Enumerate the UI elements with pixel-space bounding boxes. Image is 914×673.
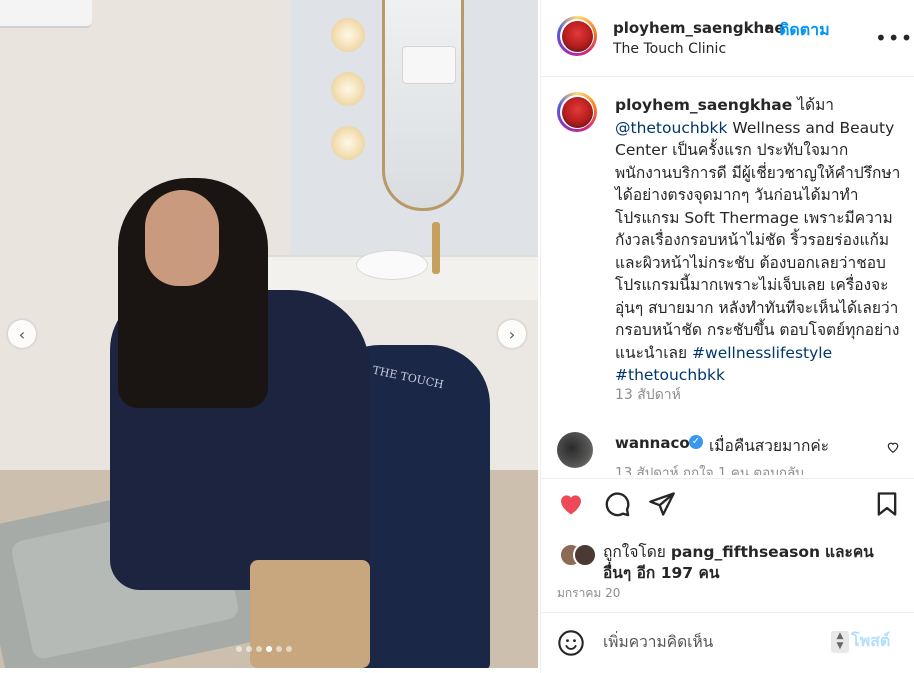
comment-input[interactable]: [603, 629, 823, 655]
photo-lamp: [331, 18, 365, 52]
verified-badge-icon: ✓: [689, 435, 703, 449]
post-photo[interactable]: THE TOUCH ‹ ›: [0, 0, 538, 668]
comment-composer: ▲▼ โพสต์: [541, 612, 914, 673]
carousel-dot: [246, 646, 252, 652]
post-label: โพสต์: [851, 631, 891, 650]
carousel-dot: [236, 646, 242, 652]
like-button[interactable]: [557, 490, 587, 520]
more-horizontal-icon[interactable]: •••: [875, 26, 913, 50]
comment-bubble-icon: [605, 492, 630, 517]
post-location[interactable]: The Touch Clinic: [613, 41, 726, 57]
likes-text[interactable]: ถูกใจโดย pang_fifthseason และคน อื่นๆ อี…: [603, 542, 903, 584]
caption-body: Wellness and Beauty Center เป็นครั้งแรก …: [615, 118, 901, 362]
likes-prefix: ถูกใจโดย: [603, 543, 666, 561]
photo-ac-unit-2: [402, 46, 456, 84]
heart-filled-icon: [561, 495, 581, 515]
photo-ac-unit: [0, 0, 92, 28]
bookmark-icon: [877, 492, 897, 516]
actions-divider: [541, 478, 914, 479]
caption-mention[interactable]: @thetouchbkk: [615, 119, 727, 137]
likes-middle: และคน: [825, 543, 874, 561]
commenter-avatar[interactable]: [557, 432, 593, 468]
carousel-dots: [236, 646, 292, 652]
caption-avatar[interactable]: [557, 92, 597, 132]
chevron-right-icon: ›: [508, 324, 516, 344]
comment-text: เมื่อคืนสวยมากค่ะ: [709, 437, 830, 455]
share-button[interactable]: [648, 490, 678, 520]
save-button[interactable]: [873, 490, 903, 520]
photo-mirror: [382, 0, 464, 211]
chevron-left-icon: ‹: [18, 324, 26, 344]
author-username[interactable]: ployhem_saengkhae: [613, 19, 785, 37]
post-comment-button[interactable]: ▲ ▼ โพสต์: [831, 629, 890, 654]
commenter-username[interactable]: wannacoo: [615, 434, 700, 452]
photo-lamp: [331, 126, 365, 160]
photo-faucet: [432, 222, 440, 274]
follow-button[interactable]: ติดตาม: [779, 18, 830, 43]
photo-sink: [356, 250, 428, 280]
carousel-dot: [266, 646, 272, 652]
post-side-panel: ployhem_saengkhae • ติดตาม The Touch Cli…: [540, 0, 914, 673]
caption-username[interactable]: ployhem_saengkhae: [615, 96, 792, 114]
post-header: ployhem_saengkhae • ติดตาม The Touch Cli…: [541, 0, 914, 77]
photo-person-face: [145, 190, 219, 286]
comment-button[interactable]: [603, 490, 633, 520]
liker-username[interactable]: pang_fifthseason: [671, 543, 820, 561]
post-date: มกราคม 20: [557, 586, 621, 600]
caption-timestamp: 13 สัปดาห์: [615, 387, 681, 403]
photo-lamp: [331, 72, 365, 106]
instagram-post-view: THE TOUCH ‹ › ployhem_saengkhae • ติดตาม…: [0, 0, 914, 673]
carousel-prev-button[interactable]: ‹: [8, 320, 36, 348]
carousel-next-button[interactable]: ›: [498, 320, 526, 348]
carousel-dot: [276, 646, 282, 652]
robe-brand-text: THE TOUCH: [371, 363, 445, 392]
comment-like-icon[interactable]: [886, 440, 900, 458]
carousel-dot: [286, 646, 292, 652]
author-avatar[interactable]: [557, 16, 597, 56]
paper-plane-icon: [649, 492, 675, 516]
spinner-arrows-icon: ▲ ▼: [831, 630, 849, 653]
separator-dot: •: [763, 19, 772, 37]
likes-others[interactable]: อื่นๆ อีก 197 คน: [603, 564, 719, 582]
liker-avatar: [573, 543, 597, 567]
emoji-icon[interactable]: [557, 629, 585, 657]
comment-meta: 13 สัปดาห์ ถูกใจ 1 คน ตอบกลับ: [615, 465, 804, 475]
caption-lead: ได้มา: [797, 96, 834, 114]
caption-text: ployhem_saengkhae ได้มา @thetouchbkk Wel…: [615, 94, 905, 387]
carousel-dot: [256, 646, 262, 652]
